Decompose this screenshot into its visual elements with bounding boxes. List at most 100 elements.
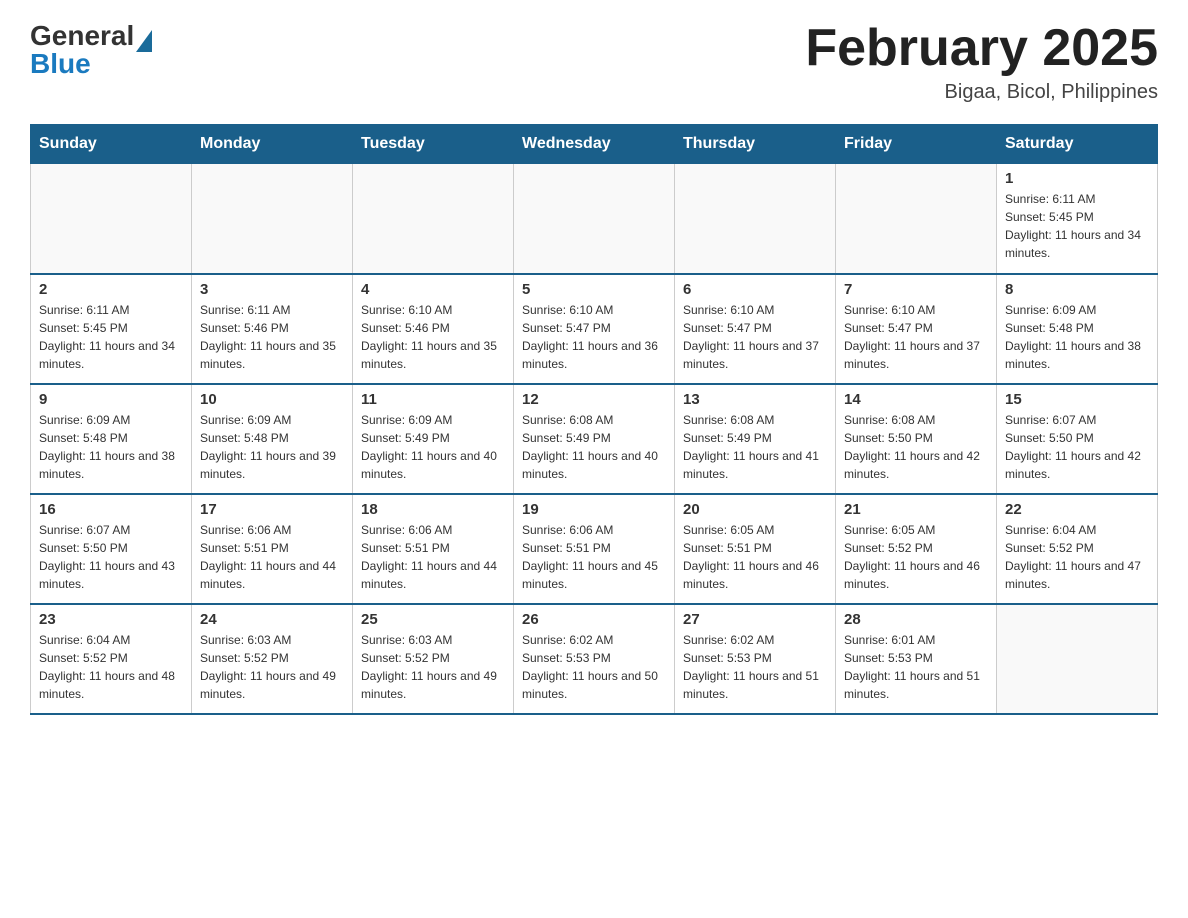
weekday-header-monday: Monday bbox=[192, 125, 353, 164]
weekday-header-wednesday: Wednesday bbox=[514, 125, 675, 164]
day-number: 20 bbox=[683, 501, 827, 518]
day-number: 1 bbox=[1005, 170, 1149, 187]
calendar-cell bbox=[997, 604, 1158, 714]
day-number: 25 bbox=[361, 611, 505, 628]
calendar-cell: 21Sunrise: 6:05 AM Sunset: 5:52 PM Dayli… bbox=[836, 494, 997, 604]
calendar-cell: 11 Sunrise: 6:09 AM Sunset: 5:49 PM Dayli… bbox=[353, 384, 514, 494]
calendar-cell: 2 Sunrise: 6:11 AM Sunset: 5:45 PM Daylig… bbox=[31, 274, 192, 384]
calendar-cell: 8Sunrise: 6:09 AM Sunset: 5:48 PM Daylig… bbox=[997, 274, 1158, 384]
calendar-title: February 2025 bbox=[805, 20, 1158, 77]
day-number: 18 bbox=[361, 501, 505, 518]
day-number: 3 bbox=[200, 281, 344, 298]
day-number: 4 bbox=[361, 281, 505, 298]
day-info: Sunrise: 6:01 AM Sunset: 5:53 PM Dayligh… bbox=[844, 631, 988, 703]
day-number: 11 bbox=[361, 391, 505, 408]
calendar-cell: 14 Sunrise: 6:08 AM Sunset: 5:50 PM Dayli… bbox=[836, 384, 997, 494]
day-info: Sunrise: 6:10 AM Sunset: 5:47 PM Dayligh… bbox=[522, 301, 666, 373]
day-info: Sunrise: 6:04 AM Sunset: 5:52 PM Dayligh… bbox=[1005, 521, 1149, 593]
calendar-cell: 26Sunrise: 6:02 AM Sunset: 5:53 PM Dayli… bbox=[514, 604, 675, 714]
day-number: 8 bbox=[1005, 281, 1149, 298]
weekday-header-thursday: Thursday bbox=[675, 125, 836, 164]
day-info: Sunrise: 6:06 AM Sunset: 5:51 PM Dayligh… bbox=[361, 521, 505, 593]
calendar-cell: 23Sunrise: 6:04 AM Sunset: 5:52 PM Dayli… bbox=[31, 604, 192, 714]
calendar-cell: 18 Sunrise: 6:06 AM Sunset: 5:51 PM Dayli… bbox=[353, 494, 514, 604]
calendar-week-row: 1 Sunrise: 6:11 AM Sunset: 5:45 PM Daylig… bbox=[31, 164, 1158, 274]
day-info: Sunrise: 6:11 AM Sunset: 5:46 PM Dayligh… bbox=[200, 301, 344, 373]
calendar-header: SundayMondayTuesdayWednesdayThursdayFrid… bbox=[31, 125, 1158, 164]
calendar-cell bbox=[31, 164, 192, 274]
day-number: 27 bbox=[683, 611, 827, 628]
calendar-week-row: 16Sunrise: 6:07 AM Sunset: 5:50 PM Dayli… bbox=[31, 494, 1158, 604]
calendar-cell: 25 Sunrise: 6:03 AM Sunset: 5:52 PM Dayli… bbox=[353, 604, 514, 714]
day-number: 16 bbox=[39, 501, 183, 518]
day-info: Sunrise: 6:11 AM Sunset: 5:45 PM Dayligh… bbox=[39, 301, 183, 373]
calendar-cell bbox=[514, 164, 675, 274]
calendar-subtitle: Bigaa, Bicol, Philippines bbox=[805, 81, 1158, 104]
day-number: 17 bbox=[200, 501, 344, 518]
calendar-cell bbox=[353, 164, 514, 274]
calendar-week-row: 9 Sunrise: 6:09 AM Sunset: 5:48 PM Daylig… bbox=[31, 384, 1158, 494]
day-info: Sunrise: 6:10 AM Sunset: 5:47 PM Dayligh… bbox=[683, 301, 827, 373]
day-number: 23 bbox=[39, 611, 183, 628]
calendar-cell: 28 Sunrise: 6:01 AM Sunset: 5:53 PM Dayli… bbox=[836, 604, 997, 714]
day-number: 2 bbox=[39, 281, 183, 298]
calendar-cell: 9 Sunrise: 6:09 AM Sunset: 5:48 PM Daylig… bbox=[31, 384, 192, 494]
day-info: Sunrise: 6:09 AM Sunset: 5:48 PM Dayligh… bbox=[200, 411, 344, 483]
day-info: Sunrise: 6:08 AM Sunset: 5:50 PM Dayligh… bbox=[844, 411, 988, 483]
day-info: Sunrise: 6:09 AM Sunset: 5:48 PM Dayligh… bbox=[39, 411, 183, 483]
day-info: Sunrise: 6:03 AM Sunset: 5:52 PM Dayligh… bbox=[361, 631, 505, 703]
calendar-cell: 5 Sunrise: 6:10 AM Sunset: 5:47 PM Daylig… bbox=[514, 274, 675, 384]
day-info: Sunrise: 6:07 AM Sunset: 5:50 PM Dayligh… bbox=[1005, 411, 1149, 483]
calendar-cell: 1 Sunrise: 6:11 AM Sunset: 5:45 PM Daylig… bbox=[997, 164, 1158, 274]
calendar-cell bbox=[192, 164, 353, 274]
calendar-cell: 19 Sunrise: 6:06 AM Sunset: 5:51 PM Dayli… bbox=[514, 494, 675, 604]
day-number: 14 bbox=[844, 391, 988, 408]
calendar-week-row: 23Sunrise: 6:04 AM Sunset: 5:52 PM Dayli… bbox=[31, 604, 1158, 714]
weekday-header-friday: Friday bbox=[836, 125, 997, 164]
day-info: Sunrise: 6:10 AM Sunset: 5:46 PM Dayligh… bbox=[361, 301, 505, 373]
calendar-cell: 22 Sunrise: 6:04 AM Sunset: 5:52 PM Dayli… bbox=[997, 494, 1158, 604]
day-number: 5 bbox=[522, 281, 666, 298]
day-number: 22 bbox=[1005, 501, 1149, 518]
day-info: Sunrise: 6:03 AM Sunset: 5:52 PM Dayligh… bbox=[200, 631, 344, 703]
day-info: Sunrise: 6:09 AM Sunset: 5:49 PM Dayligh… bbox=[361, 411, 505, 483]
weekday-header-saturday: Saturday bbox=[997, 125, 1158, 164]
calendar-table: SundayMondayTuesdayWednesdayThursdayFrid… bbox=[30, 124, 1158, 715]
day-number: 10 bbox=[200, 391, 344, 408]
calendar-cell: 20 Sunrise: 6:05 AM Sunset: 5:51 PM Dayli… bbox=[675, 494, 836, 604]
day-number: 6 bbox=[683, 281, 827, 298]
calendar-cell bbox=[675, 164, 836, 274]
calendar-cell: 24 Sunrise: 6:03 AM Sunset: 5:52 PM Dayli… bbox=[192, 604, 353, 714]
day-info: Sunrise: 6:05 AM Sunset: 5:51 PM Dayligh… bbox=[683, 521, 827, 593]
day-number: 9 bbox=[39, 391, 183, 408]
calendar-cell: 15Sunrise: 6:07 AM Sunset: 5:50 PM Dayli… bbox=[997, 384, 1158, 494]
day-info: Sunrise: 6:05 AM Sunset: 5:52 PM Dayligh… bbox=[844, 521, 988, 593]
calendar-cell: 12Sunrise: 6:08 AM Sunset: 5:49 PM Dayli… bbox=[514, 384, 675, 494]
page-header: General Blue February 2025 Bigaa, Bicol,… bbox=[30, 20, 1158, 104]
day-number: 7 bbox=[844, 281, 988, 298]
calendar-cell: 13Sunrise: 6:08 AM Sunset: 5:49 PM Dayli… bbox=[675, 384, 836, 494]
weekday-header-tuesday: Tuesday bbox=[353, 125, 514, 164]
logo-blue-text: Blue bbox=[30, 48, 91, 80]
day-info: Sunrise: 6:11 AM Sunset: 5:45 PM Dayligh… bbox=[1005, 190, 1149, 262]
calendar-week-row: 2 Sunrise: 6:11 AM Sunset: 5:45 PM Daylig… bbox=[31, 274, 1158, 384]
logo: General Blue bbox=[30, 20, 152, 80]
weekday-header-sunday: Sunday bbox=[31, 125, 192, 164]
calendar-cell: 27Sunrise: 6:02 AM Sunset: 5:53 PM Dayli… bbox=[675, 604, 836, 714]
day-info: Sunrise: 6:06 AM Sunset: 5:51 PM Dayligh… bbox=[200, 521, 344, 593]
calendar-cell: 3 Sunrise: 6:11 AM Sunset: 5:46 PM Daylig… bbox=[192, 274, 353, 384]
calendar-cell: 16Sunrise: 6:07 AM Sunset: 5:50 PM Dayli… bbox=[31, 494, 192, 604]
calendar-cell: 4 Sunrise: 6:10 AM Sunset: 5:46 PM Daylig… bbox=[353, 274, 514, 384]
calendar-cell bbox=[836, 164, 997, 274]
day-number: 26 bbox=[522, 611, 666, 628]
day-number: 19 bbox=[522, 501, 666, 518]
calendar-cell: 17 Sunrise: 6:06 AM Sunset: 5:51 PM Dayli… bbox=[192, 494, 353, 604]
day-number: 13 bbox=[683, 391, 827, 408]
day-number: 28 bbox=[844, 611, 988, 628]
calendar-cell: 6 Sunrise: 6:10 AM Sunset: 5:47 PM Daylig… bbox=[675, 274, 836, 384]
calendar-body: 1 Sunrise: 6:11 AM Sunset: 5:45 PM Daylig… bbox=[31, 164, 1158, 714]
calendar-cell: 10 Sunrise: 6:09 AM Sunset: 5:48 PM Dayli… bbox=[192, 384, 353, 494]
logo-triangle-icon bbox=[136, 30, 152, 52]
day-number: 24 bbox=[200, 611, 344, 628]
day-info: Sunrise: 6:06 AM Sunset: 5:51 PM Dayligh… bbox=[522, 521, 666, 593]
